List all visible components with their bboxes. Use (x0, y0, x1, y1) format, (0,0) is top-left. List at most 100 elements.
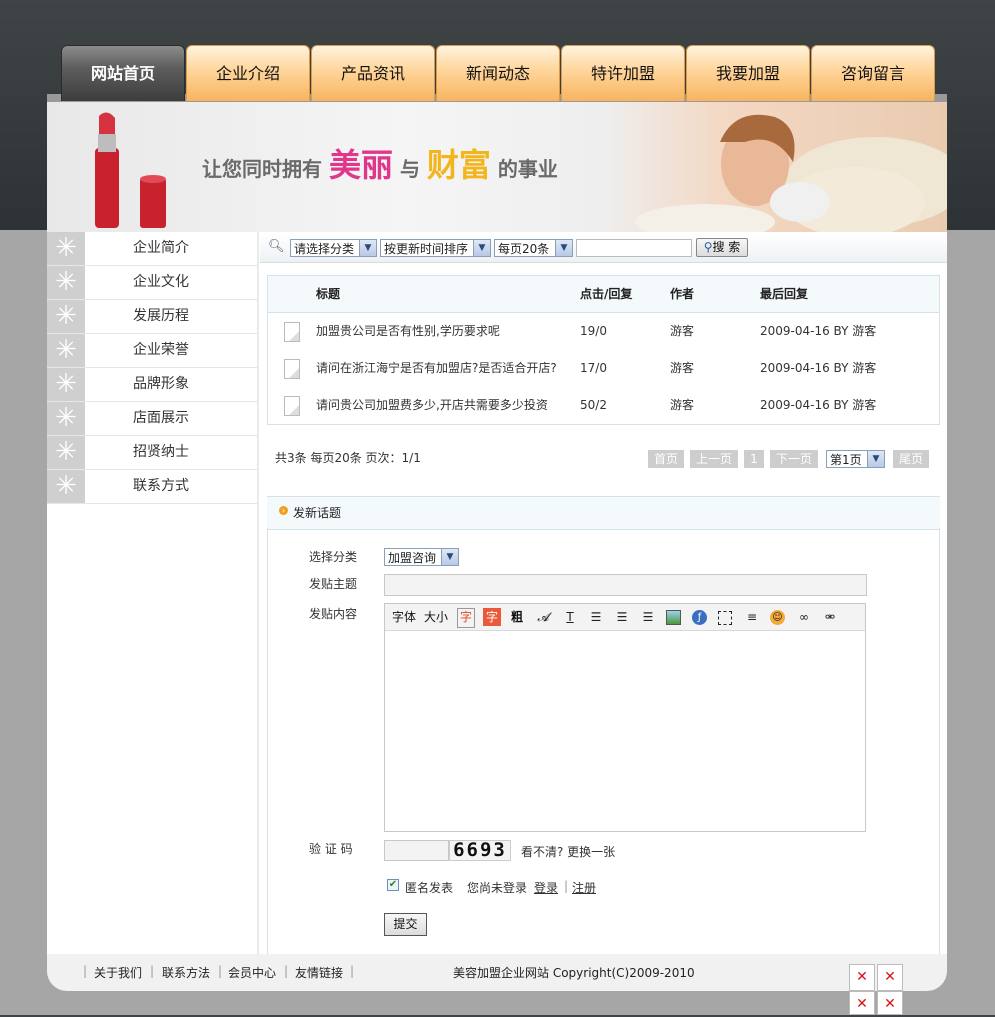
last-page-button[interactable]: 尾页 (893, 450, 929, 468)
document-icon (284, 396, 300, 416)
page-jump-select[interactable]: 第1页 ▼ (826, 450, 885, 468)
bold-button[interactable]: 粗 (509, 608, 525, 626)
sidebar-item-label: 发展历程 (133, 308, 189, 324)
chevron-down-icon: ▼ (441, 549, 458, 565)
search-button[interactable]: ⚲搜 索 (696, 238, 748, 257)
per-page-select-value: 每页20条 (498, 242, 550, 256)
topic-title-link[interactable]: 请问在浙江海宁是否有加盟店?是否适合开店? (316, 350, 557, 387)
topic-clicks: 19/0 (580, 324, 607, 338)
register-link[interactable]: 注册 (572, 879, 596, 896)
table-icon[interactable] (718, 611, 732, 625)
subject-input[interactable] (384, 574, 867, 596)
flash-icon[interactable]: ƒ (692, 610, 707, 625)
link-icon[interactable]: ∞ (796, 609, 812, 625)
tab-home[interactable]: 网站首页 (61, 45, 185, 101)
anonymous-label: 匿名发表 (405, 881, 454, 895)
sidebar-item-history[interactable]: ✳ 发展历程 (47, 300, 257, 334)
slogan-beauty: 美丽 (328, 146, 393, 184)
editor-toolbar: 字体 大小 字 字 粗 𝓐 T ☰ ☰ ☰ ƒ ≡ ☺ ∞ ⚮ (385, 604, 865, 631)
unlink-icon[interactable]: ⚮ (822, 609, 838, 625)
sidebar-item-label: 招贤纳士 (133, 444, 189, 460)
topic-category-select[interactable]: 加盟咨询 ▼ (384, 548, 459, 566)
chevron-down-icon: ▼ (867, 451, 884, 467)
footer-link-friends[interactable]: 友情链接 (295, 964, 343, 981)
captcha-refresh-link[interactable]: 看不清? 更换一张 (521, 843, 615, 860)
image-icon[interactable] (666, 610, 681, 625)
sidebar-item-careers[interactable]: ✳ 招贤纳士 (47, 436, 257, 470)
subject-label: 发贴主题 (309, 577, 358, 591)
broken-image-icon: ✕ (849, 991, 875, 1015)
page-jump-value: 第1页 (830, 453, 862, 467)
sidebar-divider (257, 232, 259, 954)
tab-news[interactable]: 新闻动态 (436, 45, 560, 101)
prev-page-button[interactable]: 上一页 (690, 450, 738, 468)
login-link[interactable]: 登录 (534, 879, 558, 896)
table-row: 加盟贵公司是否有性别,学历要求呢 19/0 游客 2009-04-16 BY 游… (268, 313, 939, 350)
flower-icon: ✳ (47, 232, 85, 265)
footer-separator: | (218, 964, 223, 978)
sidebar-item-label: 店面展示 (133, 410, 189, 426)
align-center-icon[interactable]: ☰ (614, 609, 630, 625)
submit-button[interactable]: 提交 (384, 913, 427, 936)
sidebar-item-brand[interactable]: ✳ 品牌形象 (47, 368, 257, 402)
topic-category-value: 加盟咨询 (388, 551, 437, 565)
highlight-color-button[interactable]: 字 (483, 608, 501, 626)
captcha-image: 6693 (449, 840, 511, 861)
italic-icon[interactable]: 𝓐 (535, 609, 551, 625)
footer-link-contact[interactable]: 联系方法 (162, 964, 210, 981)
align-left-icon[interactable]: ☰ (588, 609, 604, 625)
flower-icon: ✳ (47, 402, 85, 435)
topic-table: 标题 点击/回复 作者 最后回复 加盟贵公司是否有性别,学历要求呢 19/0 游… (267, 275, 940, 425)
flower-icon: ✳ (47, 470, 85, 503)
captcha-input[interactable] (384, 840, 449, 861)
category-select[interactable]: 请选择分类 ▼ (290, 239, 377, 257)
sidebar-item-culture[interactable]: ✳ 企业文化 (47, 266, 257, 300)
sort-select[interactable]: 按更新时间排序 ▼ (380, 239, 491, 257)
search-input[interactable] (576, 239, 692, 257)
next-page-button[interactable]: 下一页 (770, 450, 818, 468)
sidebar-item-stores[interactable]: ✳ 店面展示 (47, 402, 257, 436)
underline-icon[interactable]: T (562, 609, 578, 625)
rich-text-editor[interactable]: 字体 大小 字 字 粗 𝓐 T ☰ ☰ ☰ ƒ ≡ ☺ ∞ ⚮ (384, 603, 866, 832)
topic-clicks: 50/2 (580, 398, 607, 412)
login-status-text: 您尚未登录 (467, 881, 528, 895)
tab-join[interactable]: 我要加盟 (686, 45, 810, 101)
header-clicks: 点击/回复 (580, 287, 633, 301)
list-icon[interactable]: ≡ (744, 609, 760, 625)
tab-franchise[interactable]: 特许加盟 (561, 45, 685, 101)
link-separator: | (564, 879, 569, 893)
first-page-button[interactable]: 首页 (648, 450, 684, 468)
flower-icon: ✳ (47, 368, 85, 401)
sidebar-item-label: 企业文化 (133, 274, 189, 290)
slogan-suffix: 的事业 (497, 157, 558, 181)
sidebar-item-label: 联系方式 (133, 478, 189, 494)
sidebar-item-label: 品牌形象 (133, 376, 189, 392)
sidebar-item-honors[interactable]: ✳ 企业荣誉 (47, 334, 257, 368)
footer-link-about[interactable]: 关于我们 (94, 964, 142, 981)
footer-link-member[interactable]: 会员中心 (228, 964, 276, 981)
sidebar-item-company-profile[interactable]: ✳ 企业简介 (47, 232, 257, 266)
category-select-value: 请选择分类 (294, 242, 355, 256)
tab-product-info[interactable]: 产品资讯 (311, 45, 435, 101)
per-page-select[interactable]: 每页20条 ▼ (494, 239, 573, 257)
font-size-button[interactable]: 大小 (423, 608, 449, 626)
page-number-button[interactable]: 1 (744, 450, 764, 468)
sidebar-item-contact[interactable]: ✳ 联系方式 (47, 470, 257, 504)
align-right-icon[interactable]: ☰ (640, 609, 656, 625)
topic-title-link[interactable]: 请问贵公司加盟费多少,开店共需要多少投资 (316, 387, 548, 424)
chevron-down-icon: ▼ (359, 240, 376, 256)
topic-title-link[interactable]: 加盟贵公司是否有性别,学历要求呢 (316, 313, 500, 350)
flower-icon: ✳ (47, 436, 85, 469)
table-header: 标题 点击/回复 作者 最后回复 (268, 276, 939, 313)
broken-image-icon: ✕ (877, 991, 903, 1015)
font-family-button[interactable]: 字体 (391, 608, 417, 626)
emoticon-icon[interactable]: ☺ (770, 610, 785, 625)
chevron-down-icon: ▼ (473, 240, 490, 256)
tab-company-intro[interactable]: 企业介绍 (186, 45, 310, 101)
document-icon (284, 322, 300, 342)
header-title: 标题 (316, 287, 341, 301)
text-color-button[interactable]: 字 (457, 608, 475, 628)
anonymous-checkbox[interactable]: ✔ (387, 879, 399, 891)
tab-message[interactable]: 咨询留言 (811, 45, 935, 101)
flower-icon: ✳ (47, 266, 85, 299)
